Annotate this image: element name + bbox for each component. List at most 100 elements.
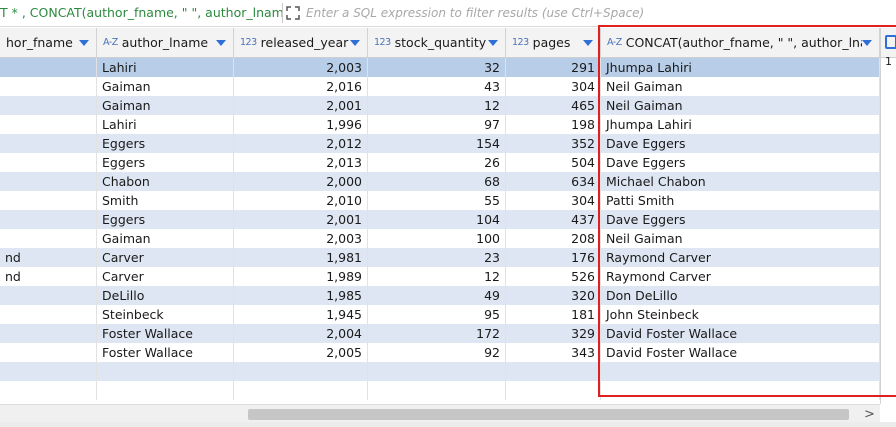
col-concat-cell[interactable] bbox=[601, 362, 880, 381]
col-author-lname-cell[interactable]: Foster Wallace bbox=[97, 343, 234, 362]
sql-query-text[interactable]: T * , CONCAT(author_fname, " ", author_l… bbox=[0, 5, 283, 20]
col-author-fname-cell[interactable]: nd bbox=[0, 267, 97, 286]
sort-caret-icon[interactable] bbox=[488, 39, 498, 46]
col-author-lname-header[interactable]: A-Z author_lname bbox=[97, 28, 234, 57]
col-pages-cell[interactable]: 208 bbox=[506, 229, 601, 248]
col-concat-cell[interactable]: Jhumpa Lahiri bbox=[601, 115, 880, 134]
col-released-year-cell[interactable]: 2,010 bbox=[234, 191, 368, 210]
col-concat-cell[interactable]: Raymond Carver bbox=[601, 248, 880, 267]
col-author-lname-cell[interactable] bbox=[97, 362, 234, 381]
col-released-year-cell[interactable]: 1,989 bbox=[234, 267, 368, 286]
col-author-lname-cell[interactable]: Lahiri bbox=[97, 115, 234, 134]
table-row[interactable] bbox=[0, 381, 880, 400]
col-author-fname-cell[interactable] bbox=[0, 115, 97, 134]
col-stock-quantity-cell[interactable]: 172 bbox=[368, 324, 506, 343]
col-stock-quantity-cell[interactable]: 12 bbox=[368, 96, 506, 115]
col-author-lname-cell[interactable]: Eggers bbox=[97, 134, 234, 153]
col-released-year-cell[interactable]: 2,016 bbox=[234, 77, 368, 96]
col-pages-cell[interactable]: 198 bbox=[506, 115, 601, 134]
col-concat-cell[interactable]: David Foster Wallace bbox=[601, 343, 880, 362]
col-released-year-cell[interactable]: 2,001 bbox=[234, 210, 368, 229]
col-concat-header[interactable]: A-Z CONCAT(author_fname, " ", author_lnam… bbox=[601, 28, 880, 57]
col-author-lname-cell[interactable]: Lahiri bbox=[97, 58, 234, 77]
col-author-lname-cell[interactable]: Carver bbox=[97, 248, 234, 267]
col-author-fname-cell[interactable] bbox=[0, 324, 97, 343]
col-released-year-cell[interactable]: 1,981 bbox=[234, 248, 368, 267]
table-row[interactable]: Foster Wallace 2,004 172 329 David Foster Wa… bbox=[0, 324, 880, 343]
col-stock-quantity-cell[interactable]: 154 bbox=[368, 134, 506, 153]
col-pages-header[interactable]: 123 pages bbox=[506, 28, 601, 57]
col-stock-quantity-cell[interactable]: 95 bbox=[368, 305, 506, 324]
table-row[interactable]: Gaiman 2,001 12 465 Neil Gaiman bbox=[0, 96, 880, 115]
col-pages-cell[interactable]: 181 bbox=[506, 305, 601, 324]
col-released-year-cell[interactable]: 2,004 bbox=[234, 324, 368, 343]
grid-icon[interactable] bbox=[885, 35, 896, 49]
col-author-fname-cell[interactable] bbox=[0, 134, 97, 153]
col-released-year-cell[interactable]: 2,013 bbox=[234, 153, 368, 172]
col-released-year-cell[interactable]: 1,945 bbox=[234, 305, 368, 324]
col-stock-quantity-cell[interactable]: 97 bbox=[368, 115, 506, 134]
col-author-lname-cell[interactable]: Eggers bbox=[97, 210, 234, 229]
table-row[interactable]: Eggers 2,013 26 504 Dave Eggers bbox=[0, 153, 880, 172]
col-pages-cell[interactable]: 320 bbox=[506, 286, 601, 305]
col-concat-cell[interactable]: Raymond Carver bbox=[601, 267, 880, 286]
col-pages-cell[interactable]: 526 bbox=[506, 267, 601, 286]
col-pages-cell[interactable]: 634 bbox=[506, 172, 601, 191]
table-row[interactable]: nd Carver 1,989 12 526 Raymond Carver bbox=[0, 267, 880, 286]
table-row[interactable]: Smith 2,010 55 304 Patti Smith bbox=[0, 191, 880, 210]
col-author-fname-cell[interactable] bbox=[0, 153, 97, 172]
col-concat-cell[interactable]: David Foster Wallace bbox=[601, 324, 880, 343]
col-concat-cell[interactable]: Dave Eggers bbox=[601, 210, 880, 229]
col-stock-quantity-cell[interactable]: 92 bbox=[368, 343, 506, 362]
col-released-year-cell[interactable]: 2,005 bbox=[234, 343, 368, 362]
col-author-fname-cell[interactable]: nd bbox=[0, 248, 97, 267]
col-author-fname-cell[interactable] bbox=[0, 58, 97, 77]
col-pages-cell[interactable]: 352 bbox=[506, 134, 601, 153]
col-concat-cell[interactable]: Dave Eggers bbox=[601, 134, 880, 153]
col-stock-quantity-cell[interactable]: 12 bbox=[368, 267, 506, 286]
col-pages-cell[interactable]: 304 bbox=[506, 191, 601, 210]
table-row[interactable]: Gaiman 2,003 100 208 Neil Gaiman bbox=[0, 229, 880, 248]
col-stock-quantity-header[interactable]: 123 stock_quantity bbox=[368, 28, 506, 57]
table-row[interactable]: Eggers 2,012 154 352 Dave Eggers bbox=[0, 134, 880, 153]
col-stock-quantity-cell[interactable]: 26 bbox=[368, 153, 506, 172]
col-author-fname-cell[interactable] bbox=[0, 229, 97, 248]
col-released-year-cell[interactable]: 1,985 bbox=[234, 286, 368, 305]
col-concat-cell[interactable]: Dave Eggers bbox=[601, 153, 880, 172]
col-released-year-cell[interactable] bbox=[234, 381, 368, 400]
sort-caret-icon[interactable] bbox=[79, 39, 89, 46]
table-row[interactable]: nd Carver 1,981 23 176 Raymond Carver bbox=[0, 248, 880, 267]
col-author-lname-cell[interactable]: Chabon bbox=[97, 172, 234, 191]
sort-caret-icon[interactable] bbox=[583, 39, 593, 46]
col-released-year-cell[interactable]: 2,003 bbox=[234, 229, 368, 248]
col-author-lname-cell[interactable]: Smith bbox=[97, 191, 234, 210]
col-stock-quantity-cell[interactable]: 55 bbox=[368, 191, 506, 210]
col-author-fname-cell[interactable] bbox=[0, 96, 97, 115]
table-row[interactable]: Lahiri 2,003 32 291 Jhumpa Lahiri bbox=[0, 58, 880, 77]
col-concat-cell[interactable] bbox=[601, 381, 880, 400]
table-row[interactable]: Foster Wallace 2,005 92 343 David Foster Wal… bbox=[0, 343, 880, 362]
col-author-fname-cell[interactable] bbox=[0, 77, 97, 96]
col-author-fname-cell[interactable] bbox=[0, 362, 97, 381]
col-author-lname-cell[interactable]: Carver bbox=[97, 267, 234, 286]
col-author-fname-cell[interactable] bbox=[0, 172, 97, 191]
col-concat-cell[interactable]: Patti Smith bbox=[601, 191, 880, 210]
col-author-lname-cell[interactable]: DeLillo bbox=[97, 286, 234, 305]
col-author-fname-cell[interactable] bbox=[0, 381, 97, 400]
col-author-fname-cell[interactable] bbox=[0, 210, 97, 229]
col-concat-cell[interactable]: Jhumpa Lahiri bbox=[601, 58, 880, 77]
col-author-lname-cell[interactable]: Gaiman bbox=[97, 229, 234, 248]
col-released-year-cell[interactable]: 2,012 bbox=[234, 134, 368, 153]
table-row[interactable]: Eggers 2,001 104 437 Dave Eggers bbox=[0, 210, 880, 229]
col-pages-cell[interactable] bbox=[506, 362, 601, 381]
col-released-year-cell[interactable]: 1,996 bbox=[234, 115, 368, 134]
col-author-fname-cell[interactable] bbox=[0, 305, 97, 324]
col-author-lname-cell[interactable]: Eggers bbox=[97, 153, 234, 172]
table-row[interactable]: Chabon 2,000 68 634 Michael Chabon bbox=[0, 172, 880, 191]
col-concat-cell[interactable]: Neil Gaiman bbox=[601, 229, 880, 248]
col-stock-quantity-cell[interactable] bbox=[368, 362, 506, 381]
sort-caret-icon[interactable] bbox=[350, 39, 360, 46]
expand-icon[interactable] bbox=[284, 4, 302, 22]
col-author-lname-cell[interactable]: Gaiman bbox=[97, 77, 234, 96]
col-concat-cell[interactable]: Don DeLillo bbox=[601, 286, 880, 305]
